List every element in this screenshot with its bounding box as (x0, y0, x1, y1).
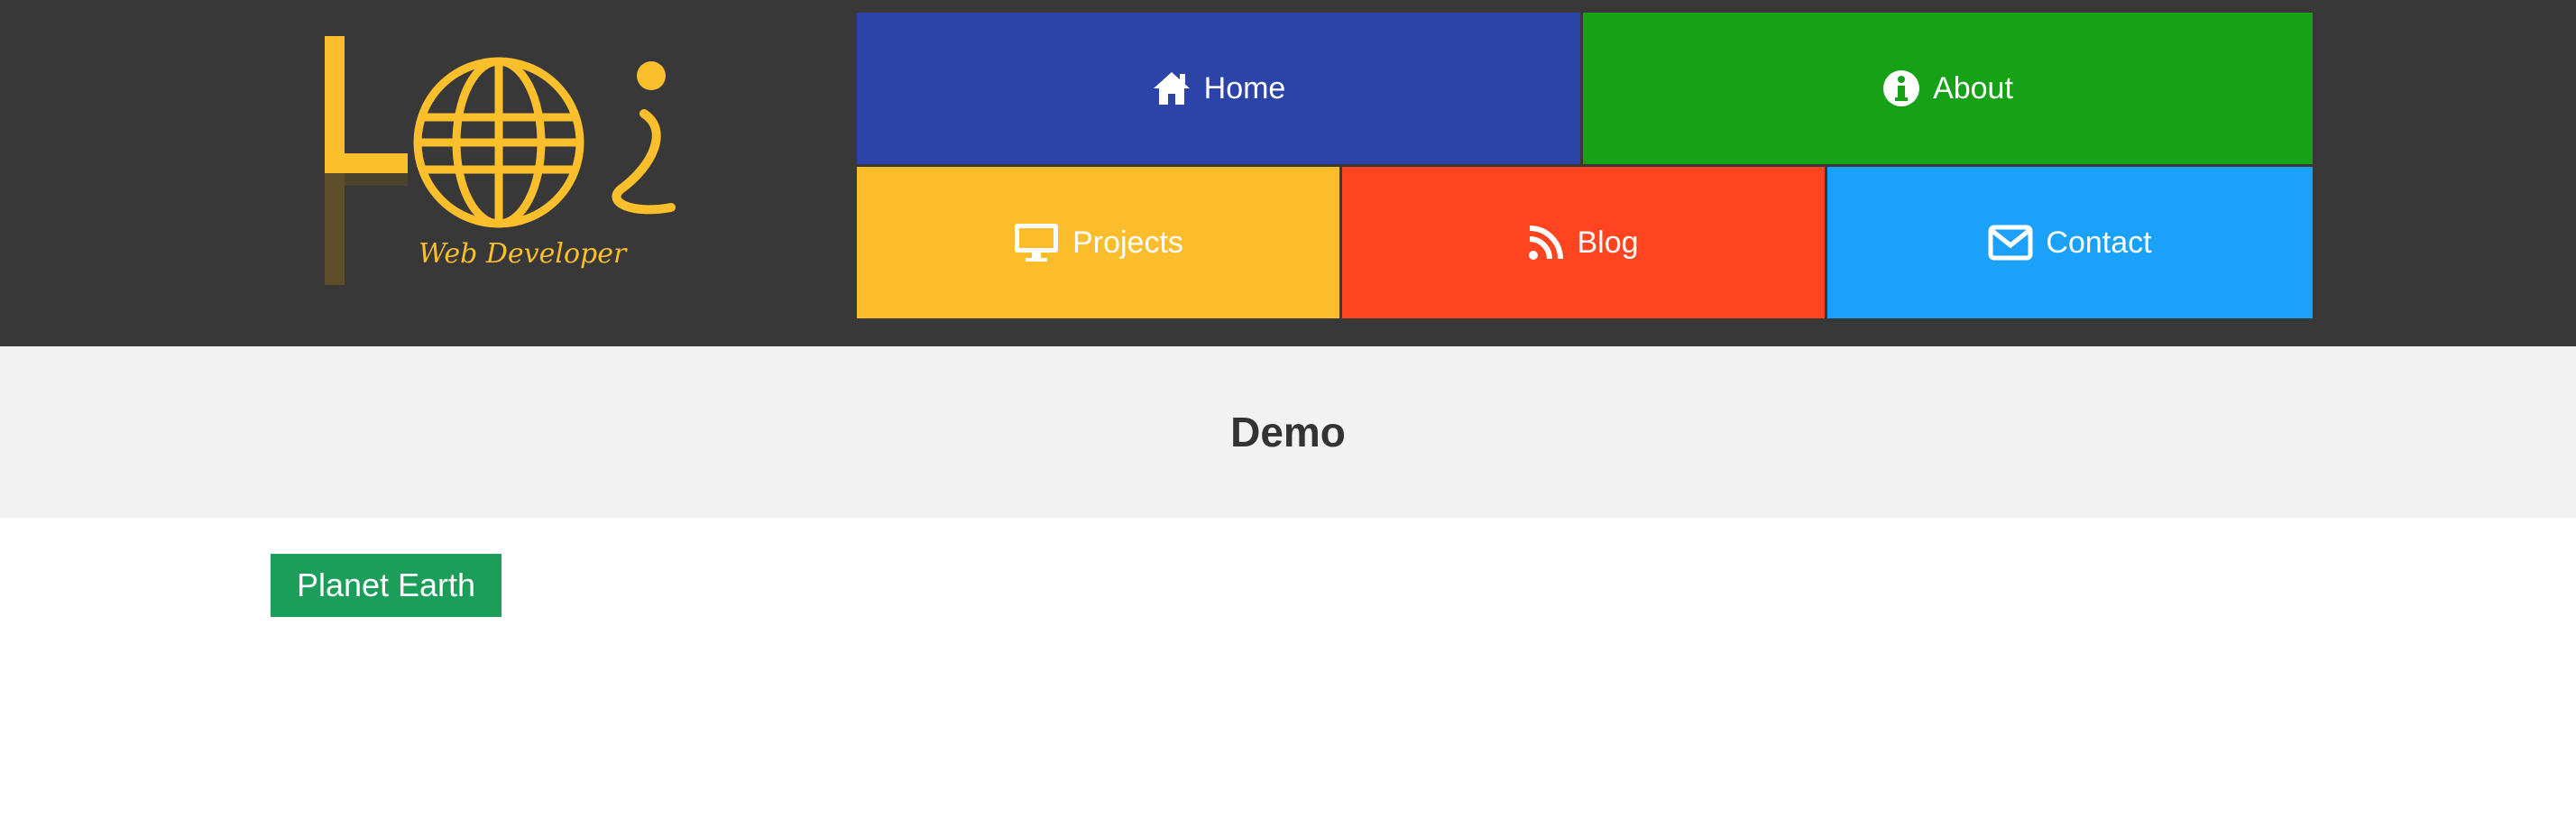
logo-caption: Web Developer (419, 238, 627, 270)
monitor-icon (1015, 224, 1059, 262)
nav-about[interactable]: About (1583, 13, 2313, 164)
nav-about-label: About (1933, 70, 2013, 106)
envelope-icon (1988, 225, 2033, 261)
site-header: Web Developer Home About Projects Blog C… (0, 0, 2576, 346)
rss-icon (1529, 225, 1564, 260)
nav-blog-label: Blog (1577, 225, 1639, 260)
nav-home-label: Home (1203, 70, 1286, 106)
home-icon (1153, 72, 1190, 105)
site-logo[interactable]: Web Developer (317, 31, 678, 294)
nav-contact[interactable]: Contact (1827, 167, 2313, 318)
nav-home[interactable]: Home (857, 13, 1580, 164)
nav-projects-label: Projects (1072, 225, 1183, 260)
planet-earth-button[interactable]: Planet Earth (271, 554, 501, 617)
title-band: Demo (0, 346, 2576, 518)
nav-projects[interactable]: Projects (857, 167, 1339, 318)
nav-blog[interactable]: Blog (1342, 167, 1825, 318)
info-icon (1883, 70, 1920, 106)
nav-contact-label: Contact (2046, 225, 2152, 260)
page-title: Demo (1230, 409, 1346, 455)
